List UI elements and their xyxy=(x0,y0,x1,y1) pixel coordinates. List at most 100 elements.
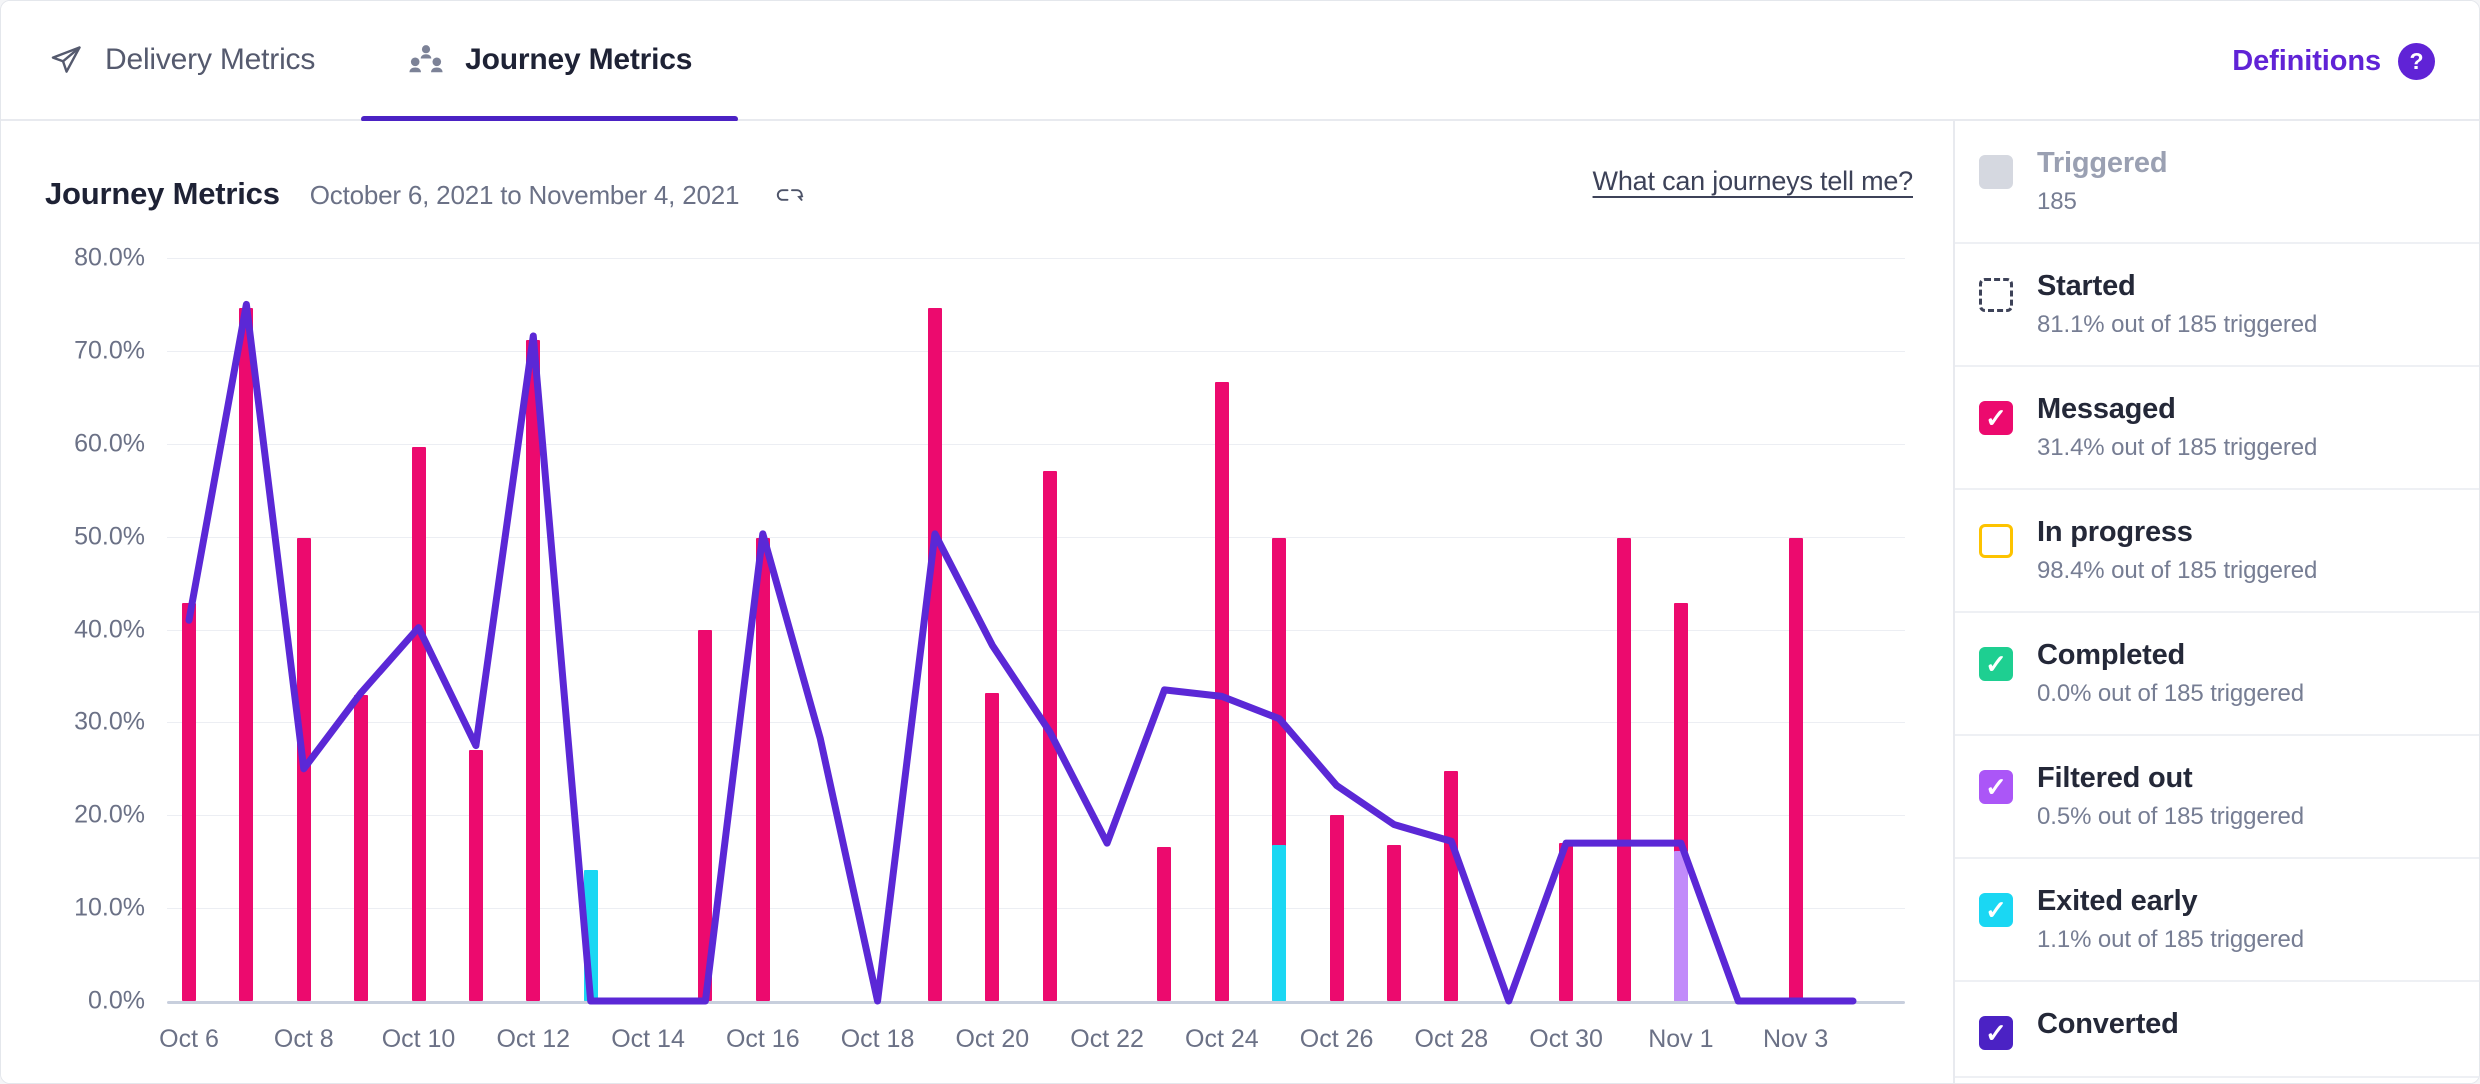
y-axis-tick-label: 30.0% xyxy=(74,707,145,736)
legend-item-exited-early[interactable]: Exited early 1.1% out of 185 triggered xyxy=(1955,859,2479,982)
bar-messaged[interactable] xyxy=(354,694,369,1001)
people-group-icon xyxy=(407,41,445,79)
legend-checkbox-filtered-out[interactable] xyxy=(1979,770,2013,804)
x-axis-tick-label: Oct 28 xyxy=(1414,1025,1489,1053)
journey-metrics-app: Delivery Metrics Journey Metrics Definit… xyxy=(0,0,2480,1084)
help-icon[interactable]: ? xyxy=(2398,42,2435,80)
tab-journey-metrics[interactable]: Journey Metrics xyxy=(361,1,739,122)
gridline xyxy=(167,815,1905,817)
bar-messaged[interactable] xyxy=(927,308,942,1001)
bar-messaged[interactable] xyxy=(411,447,426,1001)
bar-filtered-out[interactable] xyxy=(1673,851,1688,1001)
x-axis-tick-label: Oct 18 xyxy=(840,1025,915,1053)
legend-label: In progress xyxy=(2037,516,2193,548)
definitions-label: Definitions xyxy=(2232,44,2381,77)
gridline xyxy=(167,443,1905,445)
legend-text: Completed 0.0% out of 185 triggered xyxy=(2037,639,2304,708)
bar-messaged[interactable] xyxy=(1559,843,1574,1001)
legend-label: Messaged xyxy=(2037,393,2176,425)
bar-messaged[interactable] xyxy=(1214,382,1229,1001)
bar-messaged[interactable] xyxy=(985,692,1000,1001)
legend-sublabel: 0.0% out of 185 triggered xyxy=(2037,680,2305,707)
bar-messaged[interactable] xyxy=(1042,470,1057,1001)
x-axis-tick-label: Oct 8 xyxy=(273,1025,334,1053)
axis-baseline xyxy=(167,1001,1905,1004)
legend-text: Started 81.1% out of 185 triggered xyxy=(2037,270,2317,339)
legend-checkbox-completed[interactable] xyxy=(1979,647,2013,681)
bar-messaged[interactable] xyxy=(526,339,541,1001)
bar-messaged[interactable] xyxy=(1329,815,1344,1001)
legend-checkbox-started[interactable] xyxy=(1979,278,2013,312)
legend-sublabel: 0.5% out of 185 triggered xyxy=(2037,803,2305,830)
legend-text: Filtered out 0.5% out of 185 triggered xyxy=(2037,762,2304,831)
line-started xyxy=(185,300,1857,1005)
bar-messaged[interactable] xyxy=(755,537,770,1001)
tab-delivery-metrics-label: Delivery Metrics xyxy=(105,43,316,76)
legend-checkbox-in-progress[interactable] xyxy=(1979,524,2013,558)
x-axis-tick-label: Oct 16 xyxy=(725,1025,800,1053)
definitions-button[interactable]: Definitions ? xyxy=(2232,1,2435,121)
bar-messaged[interactable] xyxy=(1788,537,1803,1001)
bar-messaged[interactable] xyxy=(1444,770,1459,1001)
chart-panel: Journey Metrics October 6, 2021 to Novem… xyxy=(1,121,1955,1083)
bar-exited-early[interactable] xyxy=(1272,844,1287,1001)
x-axis-tick-label: Oct 26 xyxy=(1299,1025,1374,1053)
gridline xyxy=(167,536,1905,538)
y-axis-tick-label: 20.0% xyxy=(74,800,145,829)
x-axis-tick-label: Nov 1 xyxy=(1648,1025,1714,1053)
tab-bar: Delivery Metrics Journey Metrics Definit… xyxy=(1,1,2479,122)
y-axis-tick-label: 80.0% xyxy=(74,243,145,272)
legend-text: Messaged 31.4% out of 185 triggered xyxy=(2037,393,2317,462)
legend-checkbox-converted[interactable] xyxy=(1979,1016,2013,1050)
legend-item-triggered[interactable]: Triggered 185 xyxy=(1955,121,2479,244)
bar-messaged[interactable] xyxy=(1616,537,1631,1001)
x-axis-tick-label: Oct 14 xyxy=(611,1025,685,1053)
bar-messaged[interactable] xyxy=(296,537,311,1001)
legend-checkbox-triggered[interactable] xyxy=(1979,155,2013,189)
tab-delivery-metrics[interactable]: Delivery Metrics xyxy=(1,1,361,120)
y-axis-tick-label: 60.0% xyxy=(74,429,145,458)
bar-exited-early[interactable] xyxy=(583,870,598,1001)
legend-sublabel: 81.1% out of 185 triggered xyxy=(2037,311,2318,338)
legend-item-messaged[interactable]: Messaged 31.4% out of 185 triggered xyxy=(1955,367,2479,490)
bar-messaged[interactable] xyxy=(698,629,713,1001)
x-axis-tick-label: Oct 24 xyxy=(1185,1025,1259,1053)
legend-label: Converted xyxy=(2037,1008,2179,1040)
gridline xyxy=(167,629,1905,631)
gridline xyxy=(167,722,1905,724)
gridline xyxy=(167,350,1905,352)
legend-item-filtered-out[interactable]: Filtered out 0.5% out of 185 triggered xyxy=(1955,736,2479,859)
legend-item-completed[interactable]: Completed 0.0% out of 185 triggered xyxy=(1955,613,2479,736)
legend-label: Exited early xyxy=(2037,885,2198,917)
legend-text: Exited early 1.1% out of 185 triggered xyxy=(2037,885,2304,954)
plot-area: 0.0% 10.0% 20.0% 30.0% 40.0% 50.0% 60.0% 70.0% 8… xyxy=(1,121,1955,1083)
legend-checkbox-messaged[interactable] xyxy=(1979,401,2013,435)
x-axis-tick-label: Nov 3 xyxy=(1762,1025,1829,1053)
legend-label: Started xyxy=(2037,270,2136,302)
y-axis-tick-label: 40.0% xyxy=(74,615,145,643)
y-axis-tick-label: 10.0% xyxy=(74,893,145,922)
legend-text: Converted xyxy=(2037,1008,2179,1049)
bar-messaged[interactable] xyxy=(182,603,196,1001)
legend-sublabel: 98.4% out of 185 triggered xyxy=(2037,557,2318,584)
legend-text: Triggered 185 xyxy=(2037,147,2168,216)
bar-messaged[interactable] xyxy=(1157,846,1172,1001)
y-axis-tick-label: 50.0% xyxy=(74,522,145,551)
x-axis-tick-label: Oct 20 xyxy=(955,1025,1030,1053)
legend-label: Triggered xyxy=(2037,147,2168,179)
bar-messaged[interactable] xyxy=(239,308,254,1001)
legend-text: In progress 98.4% out of 185 triggered xyxy=(2037,516,2317,585)
y-axis-tick-label: 0.0% xyxy=(88,986,145,1015)
legend-checkbox-exited-early[interactable] xyxy=(1979,893,2013,927)
legend-sublabel: 185 xyxy=(2037,188,2077,215)
x-axis-tick-label: Oct 30 xyxy=(1529,1025,1603,1053)
bar-messaged[interactable] xyxy=(468,750,483,1001)
legend-item-started[interactable]: Started 81.1% out of 185 triggered xyxy=(1955,244,2479,367)
legend-sublabel: 31.4% out of 185 triggered xyxy=(2037,434,2318,461)
legend-item-in-progress[interactable]: In progress 98.4% out of 185 triggered xyxy=(1955,490,2479,613)
legend-sublabel: 1.1% out of 185 triggered xyxy=(2037,926,2305,953)
x-axis-tick-label: Oct 12 xyxy=(496,1025,571,1053)
bar-messaged[interactable] xyxy=(1386,844,1401,1001)
legend-item-converted[interactable]: Converted xyxy=(1955,982,2479,1078)
y-axis-tick-label: 70.0% xyxy=(74,336,145,365)
